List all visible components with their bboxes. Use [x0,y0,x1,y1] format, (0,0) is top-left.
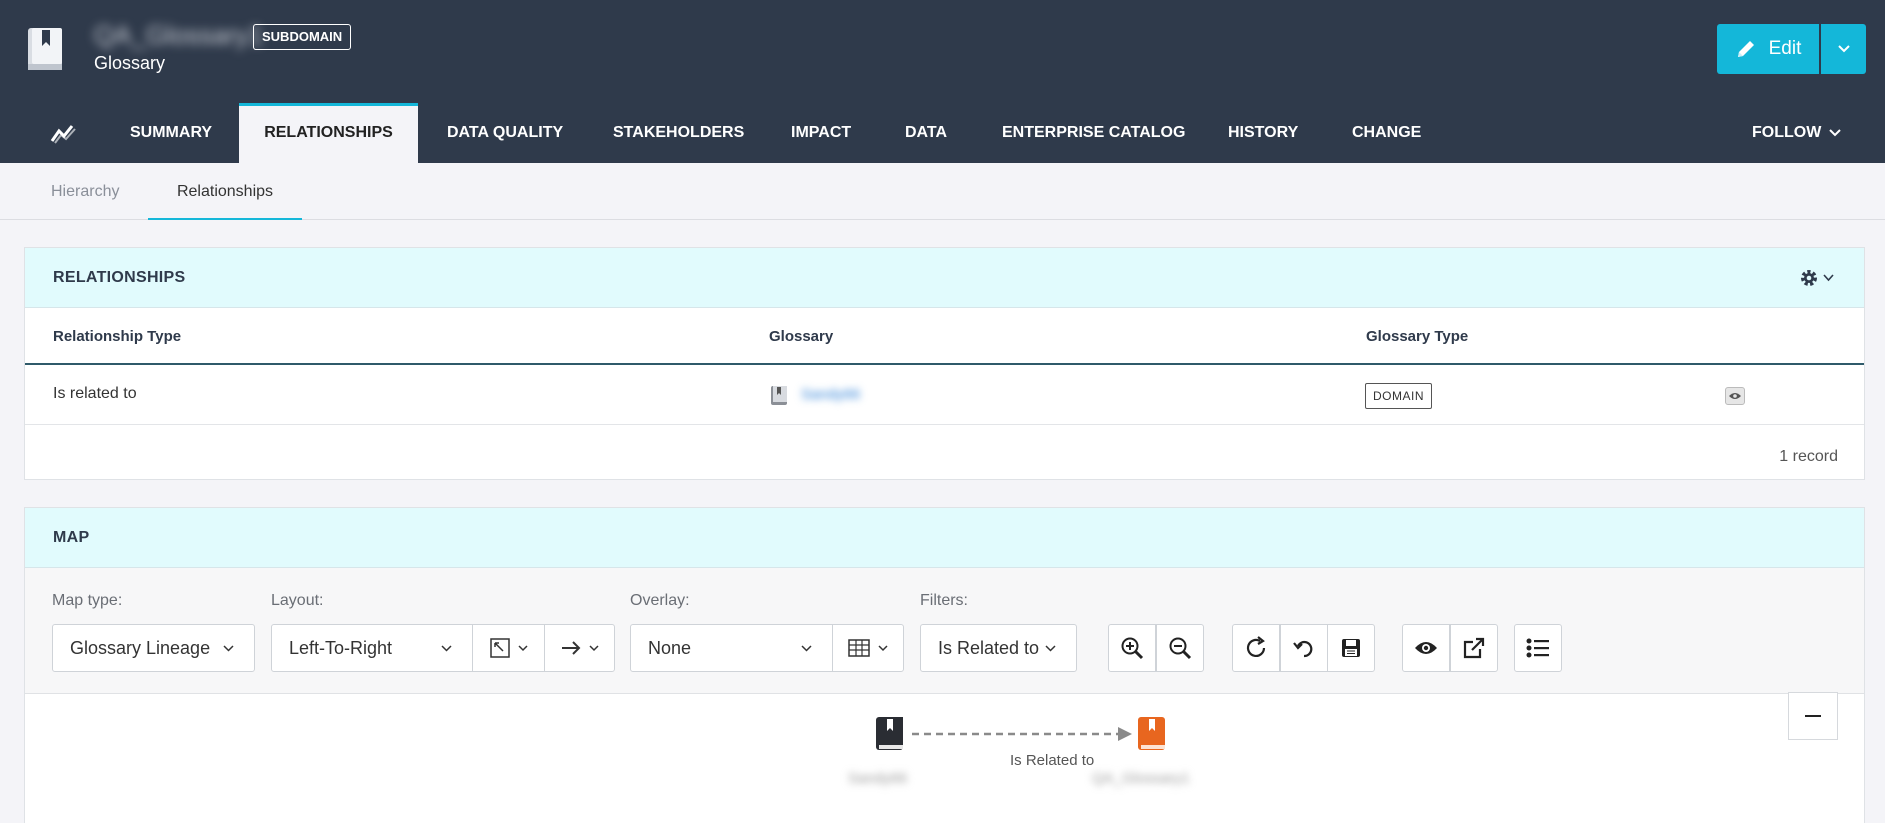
map-type-label: Map type: [52,592,123,609]
pencil-icon [1737,41,1754,57]
chevron-down-icon [588,644,599,651]
zoom-in-icon [1121,637,1144,660]
preview-eye-button[interactable] [1725,387,1745,405]
map-canvas[interactable] [25,693,1864,823]
relationship-type-cell: Is related to [53,385,137,402]
main-tabs: SUMMARY RELATIONSHIPS DATA QUALITY STAKE… [0,103,1885,163]
follow-dropdown[interactable]: FOLLOW [1752,103,1842,163]
zoom-in-button[interactable] [1108,624,1156,672]
eye-icon [1729,393,1741,399]
glossary-row-book-icon [771,386,787,405]
map-panel-header: MAP [25,508,1864,568]
glossary-link[interactable]: Sandy66 [801,384,871,406]
follow-label: FOLLOW [1752,124,1822,141]
map-type-select[interactable]: Glossary Lineage [52,624,255,672]
chevron-down-icon [801,644,812,652]
layout-value: Left-To-Right [289,637,393,658]
column-glossary[interactable]: Glossary [769,308,833,365]
direction-dropdown[interactable] [544,624,615,672]
chevron-down-icon [1829,129,1842,137]
fit-view-icon [489,638,510,658]
sub-tabs: Hierarchy Relationships [0,163,1885,220]
column-relationship-type[interactable]: Relationship Type [53,308,181,365]
subtab-relationships[interactable]: Relationships [148,163,302,220]
zoom-out-button[interactable] [1156,624,1204,672]
table-grid-icon [848,639,870,657]
chevron-down-icon [223,644,234,652]
fit-view-dropdown[interactable] [472,624,545,672]
table-header: Relationship Type Glossary Glossary Type [25,308,1864,365]
collapse-map-button[interactable] [1788,692,1838,740]
settings-dropdown[interactable] [1799,268,1834,288]
glossary-type-badge: DOMAIN [1365,383,1432,409]
chevron-down-icon [517,644,528,651]
edit-options-dropdown[interactable] [1821,24,1866,74]
legend-list-button[interactable] [1514,624,1562,672]
chevron-down-icon [1837,45,1850,53]
target-node-label: QA_Glossary1 [1092,770,1190,787]
tab-change[interactable]: CHANGE [1352,103,1421,163]
edit-label: Edit [1768,38,1802,59]
save-button[interactable] [1327,624,1375,672]
layout-select[interactable]: Left-To-Right [271,624,473,672]
chevron-down-icon [441,644,452,652]
show-hide-button[interactable] [1402,624,1450,672]
undo-button[interactable] [1280,624,1328,672]
edge-label: Is Related to [1010,752,1095,769]
tab-data-quality[interactable]: DATA QUALITY [447,103,563,163]
refresh-button[interactable] [1232,624,1280,672]
chevron-down-icon [1045,644,1056,652]
chevron-down-icon [1823,274,1834,282]
chevron-down-icon [878,644,888,651]
filters-select[interactable]: Is Related to [920,624,1077,672]
filters-label: Filters: [920,592,968,609]
asset-type: Glossary [94,53,166,73]
relationship-edge-arrow[interactable] [910,725,1135,743]
source-node-label: Sandy66 [848,770,908,787]
target-node-book-icon[interactable] [1137,716,1167,752]
tab-summary[interactable]: SUMMARY [130,103,212,163]
map-title: MAP [53,529,90,546]
overlay-value: None [648,637,692,658]
list-icon [1526,638,1549,658]
relationships-title: RELATIONSHIPS [53,269,186,286]
layout-label: Layout: [271,592,324,609]
overlay-label: Overlay: [630,592,690,609]
relationships-panel-header: RELATIONSHIPS [25,248,1864,308]
table-row: Is related to [25,365,1864,425]
zoom-out-icon [1169,637,1192,660]
eye-icon [1415,642,1437,654]
tab-data[interactable]: DATA [905,103,947,163]
tab-enterprise-catalog[interactable]: ENTERPRISE CATALOG [1002,103,1185,163]
tab-impact[interactable]: IMPACT [791,103,851,163]
minus-icon [1805,715,1821,717]
filters-value: Is Related to [938,637,1040,658]
arrow-right-icon [561,641,580,655]
table-view-dropdown[interactable] [832,624,904,672]
open-external-button[interactable] [1450,624,1498,672]
relationships-panel: RELATIONSHIPS Relationship Type Glossary… [24,247,1865,480]
undo-icon [1293,640,1313,658]
tab-stakeholders[interactable]: STAKEHOLDERS [613,103,744,163]
column-glossary-type[interactable]: Glossary Type [1366,308,1468,365]
glossary-book-icon [28,28,62,70]
overlay-select[interactable]: None [630,624,833,672]
external-link-icon [1463,637,1485,659]
refresh-icon [1246,636,1266,657]
tab-relationships[interactable]: RELATIONSHIPS [239,103,418,163]
record-count: 1 record [1779,448,1838,465]
gear-icon [1801,270,1817,286]
source-node-book-icon[interactable] [875,716,905,752]
save-icon [1342,639,1360,657]
asset-name: QA_Glossary1 [94,20,264,50]
tab-history[interactable]: HISTORY [1228,103,1298,163]
subtab-hierarchy[interactable]: Hierarchy [51,163,119,220]
subdomain-badge: SUBDOMAIN [253,24,352,50]
edit-button[interactable]: Edit [1717,24,1819,74]
map-type-value: Glossary Lineage [70,637,211,658]
